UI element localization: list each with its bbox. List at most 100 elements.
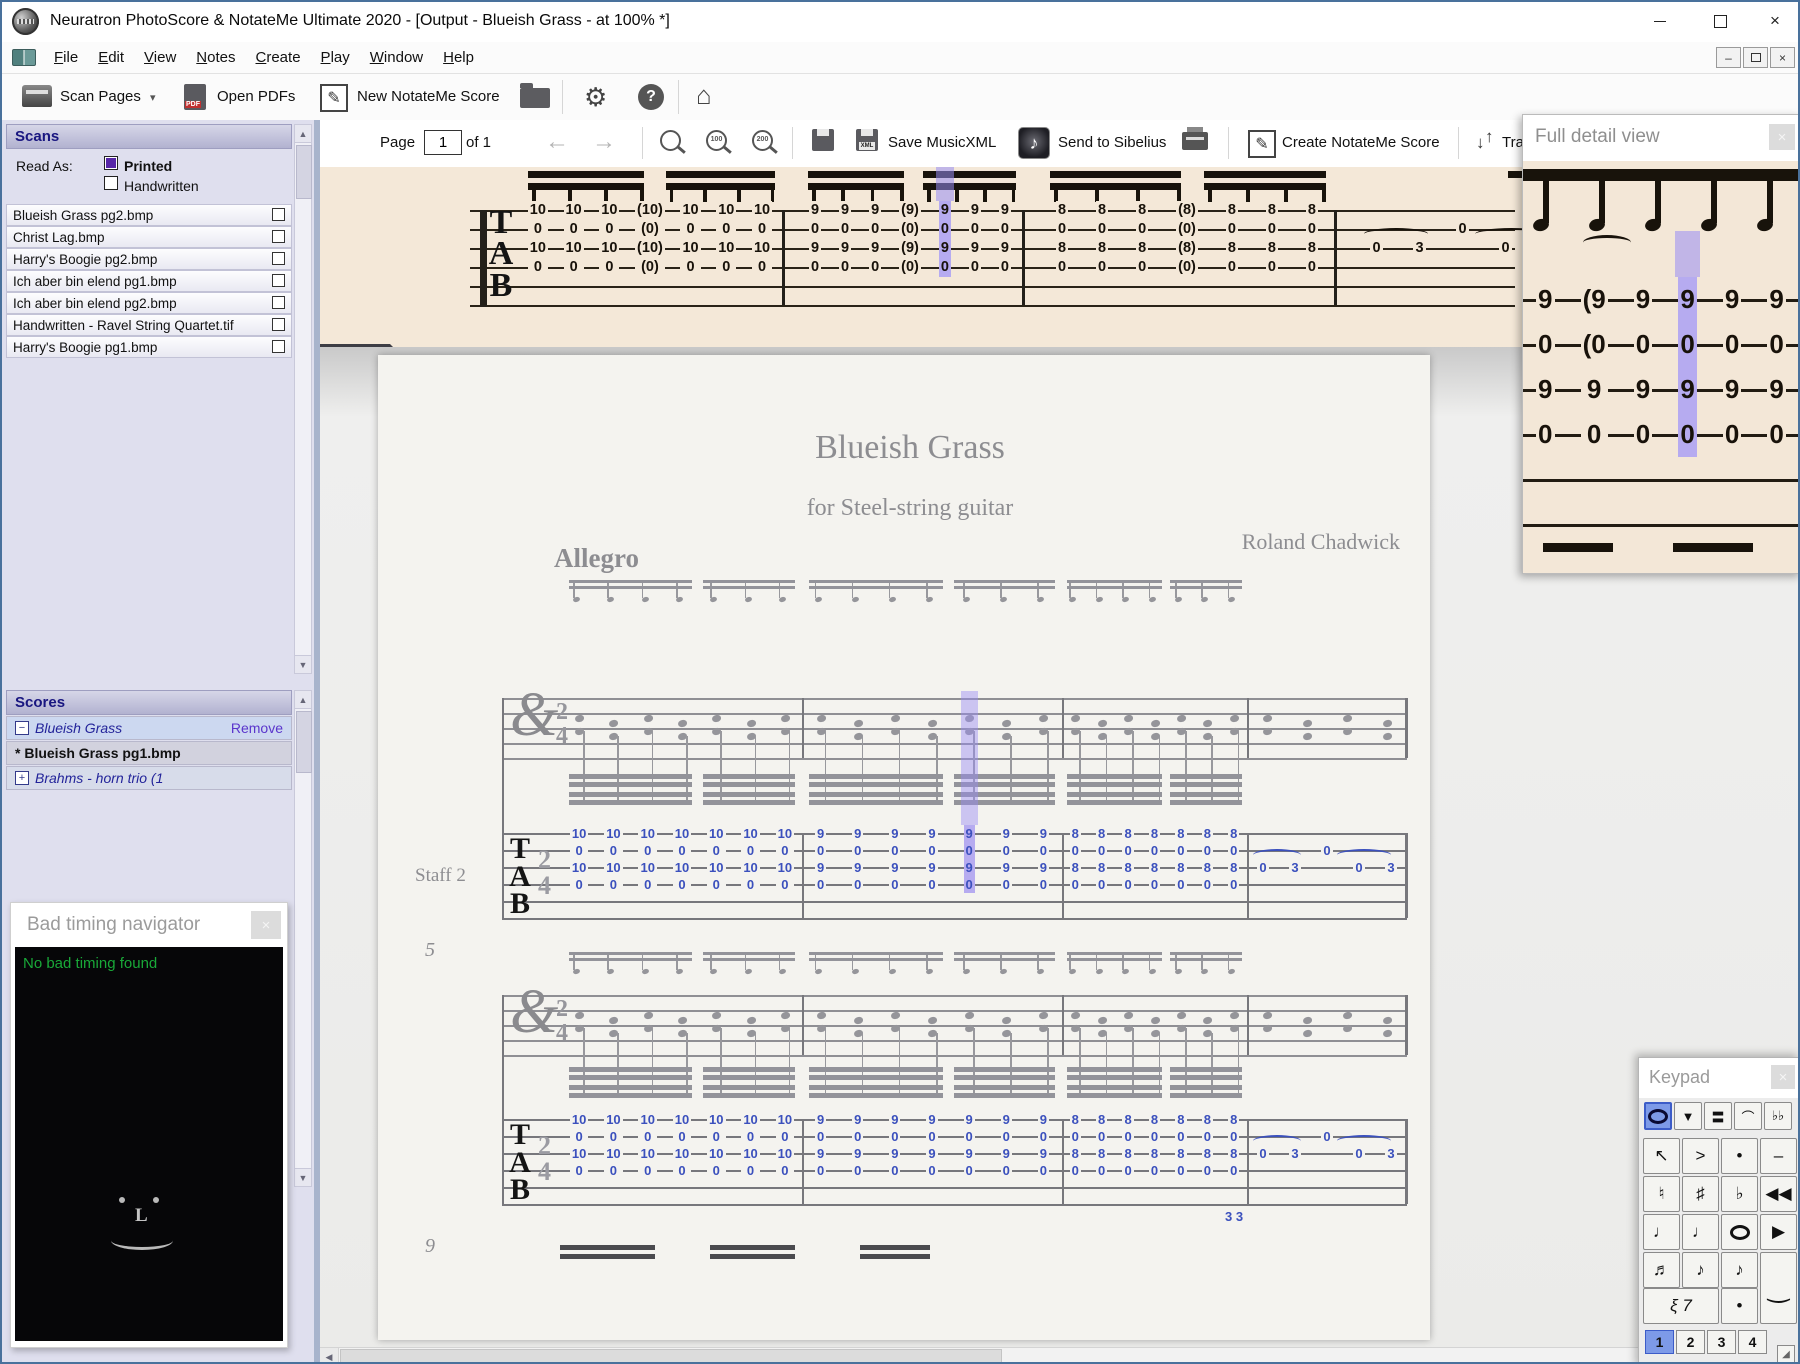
double-flat-tab[interactable]: ♭♭	[1764, 1102, 1792, 1130]
save-icon[interactable]	[812, 129, 834, 151]
whole-note-key[interactable]	[1721, 1214, 1758, 1250]
scores-scrollbar[interactable]: ▲ ▼	[294, 690, 312, 1187]
score-row[interactable]: * Blueish Grass pg1.bmp	[6, 741, 292, 765]
scan-file-row[interactable]: Blueish Grass pg2.bmp	[6, 204, 292, 226]
fermata-tab[interactable]: ⌒	[1734, 1102, 1762, 1130]
tab-column[interactable]: 0	[1321, 1111, 1333, 1179]
tab-column[interactable]: 8080	[1069, 1110, 1081, 1179]
tab-column[interactable]: 9090	[814, 824, 827, 893]
tab-column[interactable]: 0	[1353, 825, 1365, 893]
tab-column[interactable]: 10 0 10 0	[716, 200, 737, 277]
tab-column[interactable]: 10 0 10 0	[741, 1110, 760, 1179]
selected-tab-column[interactable]: 9090	[935, 167, 955, 277]
accent-key[interactable]: >	[1682, 1138, 1719, 1174]
tab-column[interactable]: 8080	[1175, 824, 1187, 893]
tab-column[interactable]: 9090	[1722, 276, 1742, 457]
scan-file-row[interactable]: Handwritten - Ravel String Quartet.tif	[6, 314, 292, 336]
tab-column[interactable]: 9090	[814, 1110, 827, 1179]
keypad-page-1[interactable]: 1	[1645, 1330, 1674, 1354]
close-icon[interactable]: ×	[1769, 124, 1795, 150]
zoom-200-icon[interactable]: 200	[752, 130, 773, 151]
tab-column[interactable]: 8080	[1069, 824, 1081, 893]
scan-file-row[interactable]: Ich aber bin elend pg1.bmp	[6, 270, 292, 292]
tab-column[interactable]: 10 0 10 0	[707, 824, 726, 893]
scrollbar-thumb[interactable]	[296, 711, 312, 773]
scroll-up-icon[interactable]: ▲	[295, 691, 311, 709]
scan-file-row[interactable]: Harry's Boogie pg1.bmp	[6, 336, 292, 358]
tab-column[interactable]: 10 0 10 0	[775, 1110, 795, 1179]
tab-column[interactable]: 9090	[1633, 276, 1653, 457]
scan-file-row[interactable]: Christ Lag.bmp	[6, 226, 292, 248]
file-checkbox[interactable]	[272, 318, 285, 331]
tab-column[interactable]: 10 0 10 0	[638, 1110, 657, 1179]
open-folder-icon[interactable]	[520, 83, 550, 108]
tab-column[interactable]: 9090	[1037, 824, 1050, 893]
printed-checkbox[interactable]	[104, 156, 118, 170]
save-musicxml-icon[interactable]: XML	[856, 129, 878, 151]
tab-column[interactable]: 10 0 10 0	[638, 824, 657, 893]
menu-create[interactable]: Create	[246, 47, 311, 68]
file-checkbox[interactable]	[272, 274, 285, 287]
tab-column[interactable]: 8080	[1096, 824, 1108, 893]
tab-column[interactable]: 9090	[869, 200, 882, 277]
whole-note-tab[interactable]	[1644, 1102, 1672, 1130]
keypad-resize-icon[interactable]: ◢	[1777, 1345, 1795, 1362]
sharp-key[interactable]: ♯	[1682, 1176, 1719, 1212]
zoom-100-icon[interactable]: 100	[706, 130, 727, 151]
keypad-header[interactable]: Keypad ×	[1639, 1058, 1798, 1098]
tab-column[interactable]: 10 0 10 0	[604, 824, 623, 893]
tab-column[interactable]: 10 0 10 0	[707, 1110, 726, 1179]
tab-column[interactable]: 9090	[808, 200, 822, 277]
horizontal-scrollbar[interactable]: ◀ ▶ ◢	[320, 1347, 1798, 1362]
tab-column[interactable]: 9090	[1037, 1110, 1050, 1179]
tab-column[interactable]: 3	[1413, 201, 1426, 277]
tab-column[interactable]: 10 0 10 0	[599, 200, 620, 277]
tab-column[interactable]: 8080	[1055, 200, 1069, 277]
expand-icon[interactable]: +	[15, 771, 29, 785]
tab-column[interactable]: 8080	[1122, 1110, 1134, 1179]
tab-column[interactable]: 3	[1385, 825, 1397, 893]
tab-column[interactable]: 8080	[1228, 1110, 1240, 1179]
full-detail-body[interactable]: 9 0 9 0 (9 (0 9 0 9 0 9 0 9 0 9 0 9 0 9 0 9 0 9 0	[1523, 161, 1798, 573]
print-icon[interactable]	[1182, 127, 1208, 150]
tab-column[interactable]: 9090	[1767, 276, 1786, 457]
tab-column[interactable]: 10 0 10 0	[527, 200, 548, 277]
tab-column[interactable]: 10 0 10 0	[604, 1110, 623, 1179]
tab-column[interactable]: 8080	[1148, 1110, 1161, 1179]
tab-column[interactable]: 8080	[1122, 824, 1134, 893]
tab-column[interactable]: 9090	[1000, 1110, 1012, 1179]
tab-column[interactable]: 10 0 10 0	[569, 824, 589, 893]
mdi-close-button[interactable]: ×	[1770, 47, 1795, 68]
mdi-restore-button[interactable]	[1743, 47, 1768, 68]
sibelius-logo[interactable]: ♪	[1018, 127, 1050, 159]
tab-column[interactable]: 0	[1353, 1111, 1365, 1179]
menu-help[interactable]: Help	[433, 47, 484, 68]
scrollbar-thumb[interactable]	[296, 145, 312, 199]
tab-column[interactable]: 9090	[839, 200, 852, 277]
file-checkbox[interactable]	[272, 208, 285, 221]
scrollbar-thumb[interactable]	[340, 1349, 1002, 1362]
new-notateme-button[interactable]: New NotateMe Score	[357, 88, 500, 105]
tab-column[interactable]: 9090	[889, 1110, 901, 1179]
collapse-icon[interactable]: −	[15, 721, 29, 735]
tab-column[interactable]: 10 0 10 0	[680, 200, 701, 277]
pointer-key[interactable]: ↖	[1643, 1138, 1680, 1174]
bad-timing-header[interactable]: Bad timing navigator ×	[11, 903, 287, 947]
tab-column[interactable]: 0	[1257, 1111, 1269, 1179]
dot-key[interactable]: •	[1721, 1138, 1758, 1174]
rewind-key[interactable]: ◀◀	[1760, 1176, 1797, 1212]
maximize-button[interactable]	[1695, 6, 1745, 36]
keypad-page-2[interactable]: 2	[1676, 1330, 1705, 1354]
tab-column[interactable]: (9 (0 9 0	[1580, 276, 1608, 457]
eighth-note-alt-key[interactable]: ♪	[1721, 1252, 1758, 1288]
tab-column[interactable]: 3	[1289, 825, 1301, 893]
score-row[interactable]: + Brahms - horn trio (1	[6, 766, 292, 790]
menu-notes[interactable]: Notes	[186, 47, 245, 68]
tab-column[interactable]: 0	[1257, 825, 1269, 893]
tab-column[interactable]: 0	[1321, 825, 1333, 893]
tab-column[interactable]: 0	[1499, 201, 1512, 277]
keypad-page-3[interactable]: 3	[1707, 1330, 1736, 1354]
minimize-button[interactable]	[1635, 6, 1685, 36]
tab-column[interactable]: 10 0 10 0	[775, 824, 795, 893]
selected-tab-column[interactable]: 9090	[960, 690, 979, 893]
